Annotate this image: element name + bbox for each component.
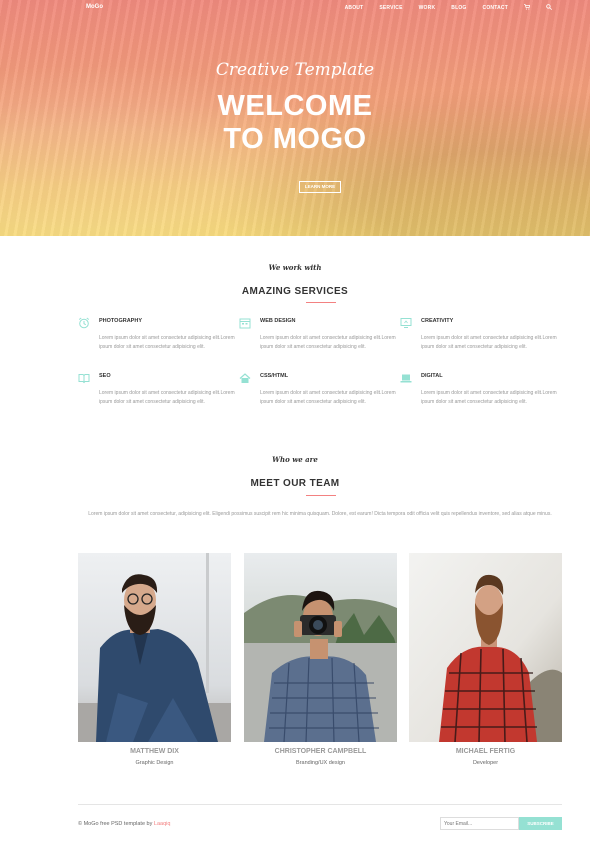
services-subtitle: We work with (268, 263, 322, 272)
team-member-name: MICHAEL FERTIG (455, 748, 516, 755)
monitor-icon (400, 317, 412, 329)
hero-title-line2: TO MOGO (223, 123, 367, 155)
alarm-clock-icon (78, 317, 90, 329)
service-title: PHOTOGRAPHY (99, 318, 142, 324)
team-member-photo[interactable] (409, 553, 562, 742)
service-title: CREATIVITY (421, 318, 454, 324)
nav-menu: ABOUT SERVICE WORK BLOG CONTACT (329, 4, 552, 12)
team-member-card: MICHAEL FERTIG Developer (409, 553, 562, 766)
team-member-role: Developer (472, 760, 499, 766)
service-desc: Lorem ipsum dolor sit amet consectetur a… (260, 390, 396, 405)
team-member-photo[interactable] (244, 553, 397, 742)
team-member-name: MATTHEW DIX (130, 748, 179, 755)
subscribe-button[interactable]: SUBSCRIBE (519, 817, 562, 830)
copyright: © MoGo free PSD template by Laaqiq (78, 821, 170, 827)
copyright-brand-link[interactable]: Laaqiq (154, 821, 171, 827)
top-nav: MoGo ABOUT SERVICE WORK BLOG CONTACT (0, 0, 590, 14)
hero-script-subtitle: Creative Template (215, 60, 375, 80)
hero-title: WELCOME TO MOGO (0, 90, 590, 156)
nav-item-blog[interactable]: BLOG (451, 5, 466, 11)
team-member-name: CHRISTOPHER CAMPBELL (274, 748, 367, 755)
team-subtitle: Who we are (272, 455, 318, 464)
team-member-card: CHRISTOPHER CAMPBELL Branding/UX design (244, 553, 397, 766)
book-icon (78, 372, 90, 384)
service-title: WEB DESIGN (260, 318, 296, 324)
team-member-role: Branding/UX design (296, 760, 345, 766)
footer-divider (78, 804, 562, 805)
email-input[interactable] (440, 817, 519, 830)
learn-more-button[interactable]: LEARN MORE (299, 181, 341, 193)
copyright-text: © MoGo free PSD template by (78, 821, 153, 827)
search-icon[interactable] (546, 4, 552, 12)
service-title: DIGITAL (421, 373, 443, 379)
hero-title-line1: WELCOME (217, 90, 373, 122)
service-desc: Lorem ipsum dolor sit amet consectetur a… (99, 335, 235, 350)
home-icon (239, 372, 251, 384)
services-divider (306, 302, 336, 303)
team-divider (306, 495, 336, 496)
team-member-role: Graphic Design (135, 760, 174, 766)
calendar-icon (239, 317, 251, 329)
service-title: CSS/HTML (260, 373, 289, 379)
logo[interactable]: MoGo (86, 4, 103, 10)
team-member-card: MATTHEW DIX Graphic Design (78, 553, 231, 766)
service-title: SEO (99, 373, 111, 379)
team-title: MEET OUR TEAM (250, 478, 340, 489)
service-desc: Lorem ipsum dolor sit amet consectetur a… (421, 390, 557, 405)
nav-item-service[interactable]: SERVICE (379, 5, 402, 11)
nav-item-contact[interactable]: CONTACT (483, 5, 508, 11)
service-desc: Lorem ipsum dolor sit amet consectetur a… (260, 335, 396, 350)
team-description: Lorem ipsum dolor sit amet consectetur, … (88, 511, 552, 517)
services-title: AMAZING SERVICES (241, 286, 349, 297)
cart-icon[interactable] (524, 4, 531, 12)
nav-item-about[interactable]: ABOUT (345, 5, 364, 11)
service-desc: Lorem ipsum dolor sit amet consectetur a… (99, 390, 235, 405)
hero-section: MoGo ABOUT SERVICE WORK BLOG CONTACT Cre… (0, 0, 590, 236)
team-member-photo[interactable] (78, 553, 231, 742)
nav-item-work[interactable]: WORK (419, 5, 436, 11)
laptop-icon (400, 372, 412, 384)
service-desc: Lorem ipsum dolor sit amet consectetur a… (421, 335, 557, 350)
